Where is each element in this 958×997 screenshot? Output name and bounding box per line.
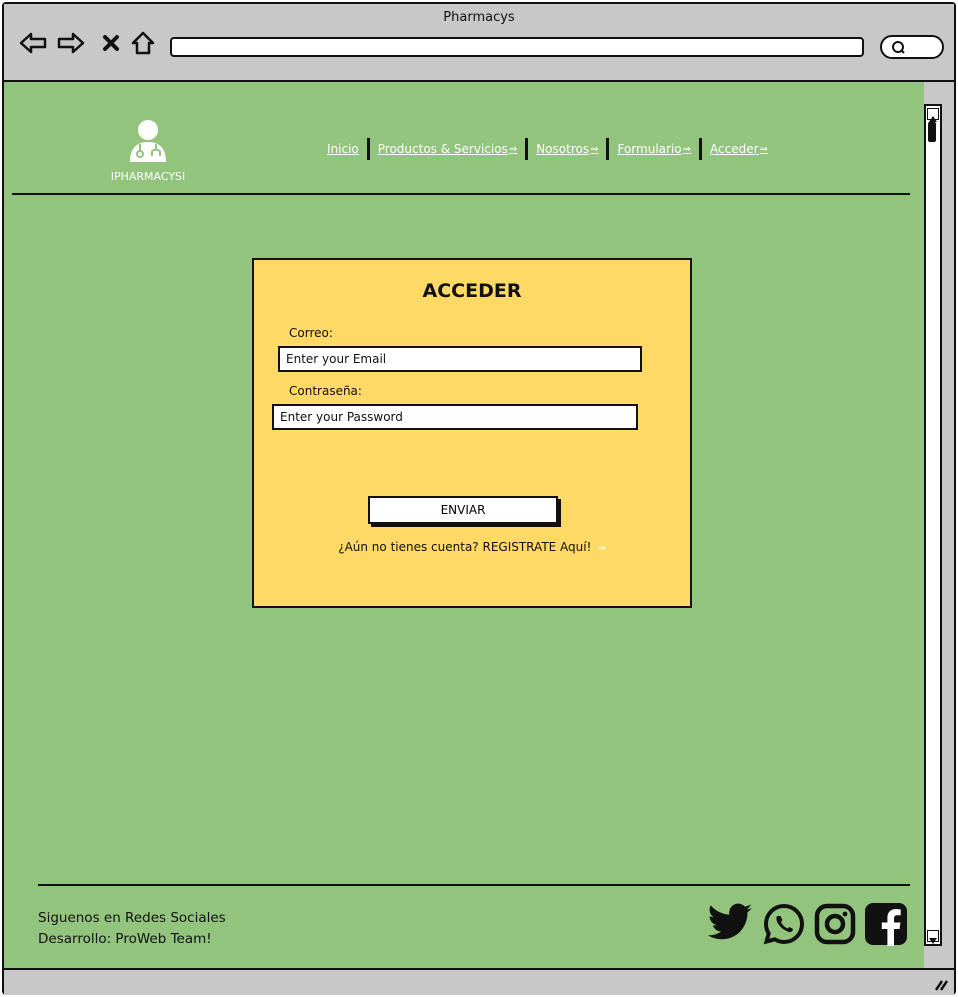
page-content: IPHARMACYSI Inicio Productos & Servicios… <box>4 82 924 968</box>
register-link[interactable]: ¿Aún no tienes cuenta? REGISTRATE Aquí! ⇒ <box>254 540 690 554</box>
logo-text: IPHARMACYSI <box>110 170 186 183</box>
nav-link-label: Productos & Servicios <box>377 142 508 156</box>
home-icon[interactable] <box>128 28 158 58</box>
footer-divider <box>38 884 910 886</box>
status-bar <box>4 968 954 995</box>
login-card: ACCEDER Correo: Contraseña: ENVIAR ¿Aún … <box>252 258 692 608</box>
nav-link-label: Acceder <box>710 142 759 156</box>
facebook-icon[interactable] <box>864 902 908 946</box>
close-icon[interactable] <box>96 28 126 58</box>
register-text: ¿Aún no tienes cuenta? REGISTRATE Aquí! <box>338 540 592 554</box>
url-bar[interactable] <box>170 37 864 57</box>
link-arrow-icon: ⇒ <box>759 143 768 155</box>
search-icon <box>890 39 908 59</box>
link-arrow-icon: ⇒ <box>590 143 599 155</box>
instagram-icon[interactable] <box>814 903 856 945</box>
nav-link-productos[interactable]: Productos & Servicios ⇒ <box>378 142 517 156</box>
scrollbar-thumb[interactable] <box>928 122 936 142</box>
whatsapp-icon[interactable] <box>762 902 806 946</box>
link-arrow-icon: ⇒ <box>597 543 606 554</box>
browser-window: Pharmacys IPHARMACYSI Inicio Productos &… <box>2 2 956 995</box>
email-field[interactable] <box>278 346 642 372</box>
nav-divider <box>366 138 370 160</box>
nav-divider <box>699 138 703 160</box>
nav-link-nosotros[interactable]: Nosotros ⇒ <box>536 142 598 156</box>
twitter-icon[interactable] <box>706 903 754 945</box>
resize-handle-icon[interactable] <box>932 976 949 995</box>
forward-arrow-icon[interactable] <box>56 28 86 58</box>
window-title: Pharmacys <box>443 10 515 25</box>
login-title: ACCEDER <box>422 280 522 302</box>
header-divider <box>12 193 910 195</box>
nav-link-formulario[interactable]: Formulario ⇒ <box>617 142 691 156</box>
site-logo[interactable]: IPHARMACYSI <box>110 118 186 183</box>
social-links <box>698 900 908 948</box>
submit-button[interactable]: ENVIAR <box>368 496 558 524</box>
browser-toolbar: Pharmacys <box>4 4 954 82</box>
browser-search-button[interactable] <box>880 35 944 59</box>
email-label: Correo: <box>289 326 333 340</box>
nav-divider <box>525 138 529 160</box>
back-arrow-icon[interactable] <box>18 28 48 58</box>
link-arrow-icon: ⇒ <box>508 143 518 155</box>
footer-credits: Desarrollo: ProWeb Team! <box>38 931 212 947</box>
nav-link-acceder[interactable]: Acceder ⇒ <box>710 142 768 156</box>
password-label: Contraseña: <box>289 384 362 398</box>
nav-link-label: Formulario <box>617 142 682 156</box>
scroll-down-icon[interactable] <box>927 930 939 944</box>
footer-info: Siguenos en Redes Sociales Desarrollo: P… <box>38 908 226 950</box>
nav-link-label: Inicio <box>327 142 359 156</box>
doctor-icon <box>125 120 171 168</box>
nav-link-inicio[interactable]: Inicio <box>327 142 359 156</box>
password-field[interactable] <box>272 404 638 430</box>
footer-social-text: Siguenos en Redes Sociales <box>38 910 226 926</box>
main-nav: Inicio Productos & Servicios ⇒ Nosotros ⇒ … <box>327 138 768 160</box>
vertical-scrollbar[interactable] <box>924 104 942 946</box>
scroll-up-icon[interactable] <box>927 108 939 122</box>
nav-divider <box>606 138 610 160</box>
nav-link-label: Nosotros <box>536 142 590 156</box>
link-arrow-icon: ⇒ <box>682 143 692 155</box>
